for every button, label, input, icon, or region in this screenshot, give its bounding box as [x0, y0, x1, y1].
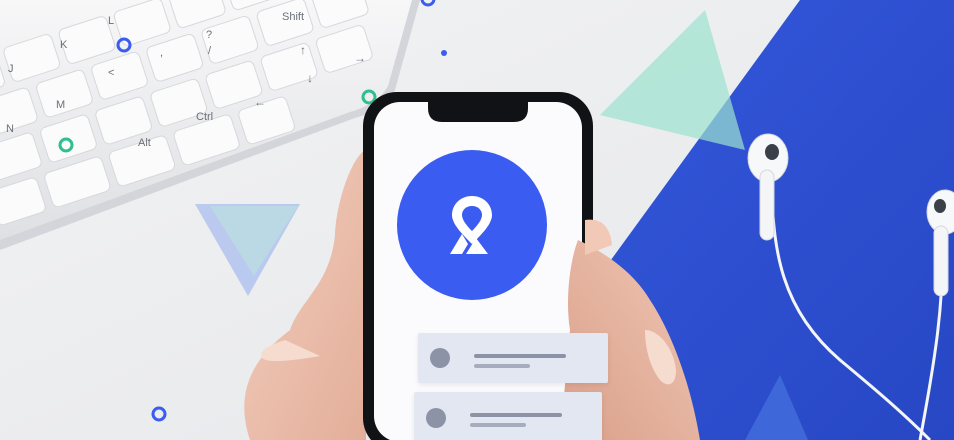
app-logo-circle	[397, 150, 547, 300]
arrow-up-icon: ↑	[300, 43, 306, 57]
key-n-label: N	[6, 123, 14, 135]
key-lt-label: <	[108, 67, 114, 79]
smartphone	[363, 92, 593, 440]
key-l-label: L	[108, 15, 114, 27]
text-line-placeholder	[474, 354, 566, 358]
text-line-placeholder	[470, 423, 526, 427]
arrow-down-icon: ↓	[307, 71, 313, 85]
dot-decoration	[441, 50, 447, 56]
arrow-left-icon: ←	[254, 95, 266, 109]
photo-scene: Shift K L J M N Alt Ctrl < , / ? ↑ ↓ ← →	[0, 0, 954, 440]
key-ctrl-label: Ctrl	[196, 111, 213, 123]
arrow-right-icon: →	[354, 51, 366, 65]
key-comma-label: ,	[160, 47, 163, 59]
key-question-label: ?	[206, 29, 212, 41]
key-m-label: M	[56, 99, 65, 111]
phone-notch	[428, 102, 528, 122]
text-line-placeholder	[470, 413, 562, 417]
list-item-card-1	[418, 333, 608, 383]
key-shift-label: Shift	[282, 11, 304, 23]
avatar-placeholder	[430, 348, 450, 368]
avatar-placeholder	[426, 408, 446, 428]
key-j-label: J	[8, 63, 14, 75]
text-line-placeholder	[474, 364, 530, 368]
key-k-label: K	[60, 39, 68, 51]
list-item-card-2	[414, 392, 602, 440]
key-alt-label: Alt	[138, 137, 151, 149]
